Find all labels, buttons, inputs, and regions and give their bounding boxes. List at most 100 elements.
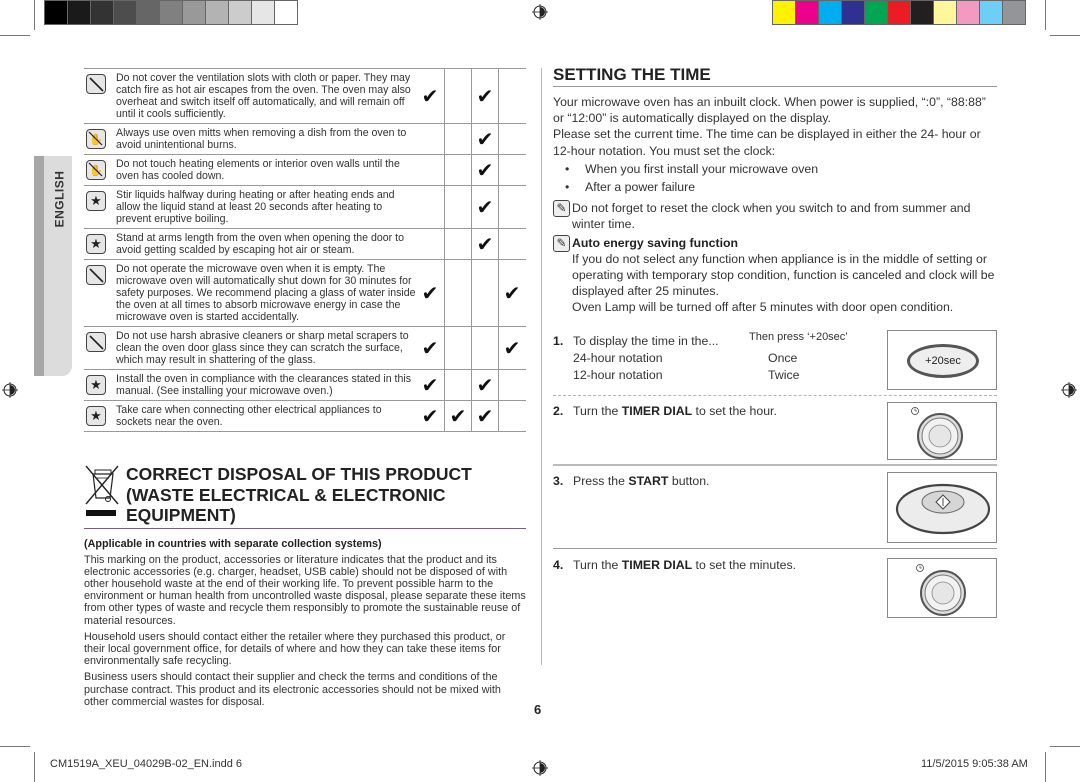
color-swatch	[229, 1, 251, 24]
notation-value: Twice	[768, 368, 800, 382]
safety-row: ★ Install the oven in compliance with the…	[84, 370, 526, 401]
timer-dial-icon[interactable]	[888, 559, 998, 619]
safety-row: Do not use harsh abrasive cleaners or sh…	[84, 327, 526, 370]
prohibited-icon	[86, 332, 106, 352]
language-tab-label: ENGLISH	[52, 170, 66, 228]
color-swatch	[183, 1, 205, 24]
step-text: Turn the TIMER DIAL to set the hour.	[573, 404, 777, 418]
note-pencil-icon: ✎	[553, 199, 570, 217]
step-1: 1. To display the time in the... Then pre…	[553, 330, 997, 392]
figure-timer-dial	[887, 558, 997, 618]
figure-20sec-button: +20sec	[887, 330, 997, 390]
start-button-icon[interactable]	[888, 473, 998, 544]
safety-row-text: Take care when connecting other electric…	[116, 404, 382, 428]
empty-check-cell	[471, 327, 498, 369]
color-swatch-bar	[772, 0, 1026, 25]
step-separator	[553, 395, 997, 396]
empty-check-cell	[416, 186, 444, 228]
step-2: 2. Turn the TIMER DIAL to set the hour.	[553, 400, 997, 462]
weee-title-line: (WASTE ELECTRICAL & ELECTRONIC	[126, 484, 446, 505]
plus-20sec-button[interactable]: +20sec	[907, 344, 979, 378]
bullet-text: When you first install your microwave ov…	[585, 161, 819, 176]
checkmark-icon: ✔	[421, 282, 439, 305]
color-swatch	[91, 1, 113, 24]
color-swatch	[160, 1, 182, 24]
note-text: Oven Lamp will be turned off after 5 min…	[572, 299, 954, 314]
empty-check-cell	[444, 327, 471, 369]
note-pencil-icon: ✎	[553, 234, 570, 252]
empty-check-cell	[444, 155, 471, 185]
star-icon: ★	[86, 406, 106, 426]
safety-row-text: Always use oven mitts when removing a di…	[116, 127, 407, 151]
crop-mark	[0, 746, 30, 747]
empty-check-cell	[444, 260, 471, 326]
safety-row-text: Do not use harsh abrasive cleaners or sh…	[116, 330, 409, 366]
timer-dial-icon[interactable]	[888, 403, 998, 461]
weee-paragraph: This marking on the product, accessories…	[84, 553, 526, 627]
color-swatch	[888, 1, 910, 24]
safety-row: ✋ Do not touch heating elements or interi…	[84, 155, 526, 186]
empty-check-cell	[471, 260, 498, 326]
prohibited-icon	[86, 265, 106, 285]
color-swatch	[252, 1, 274, 24]
empty-check-cell	[416, 124, 444, 154]
color-swatch	[865, 1, 887, 24]
color-swatch	[934, 1, 956, 24]
color-swatch	[45, 1, 67, 24]
checkmark-icon: ✔	[421, 85, 439, 108]
registration-mark-icon	[1061, 382, 1077, 398]
safety-row: ✋ Always use oven mitts when removing a d…	[84, 124, 526, 155]
safety-row: ★ Take care when connecting other electri…	[84, 401, 526, 432]
color-swatch	[911, 1, 933, 24]
color-swatch	[114, 1, 136, 24]
checkmark-icon: ✔	[444, 401, 471, 431]
safety-row-icon-cell: ★	[84, 370, 114, 400]
step-then-label: Then press ‘+20sec’	[749, 331, 848, 343]
empty-check-cell	[498, 370, 525, 400]
page-number: 6	[534, 702, 542, 717]
color-swatch	[819, 1, 841, 24]
color-swatch	[842, 1, 864, 24]
figure-start-button	[887, 472, 997, 543]
checkmark-icon: ✔	[471, 69, 498, 123]
step-number: 1.	[553, 334, 564, 348]
empty-check-cell	[498, 186, 525, 228]
safety-row-icon-cell: ★	[84, 186, 114, 228]
empty-check-cell	[498, 155, 525, 185]
step-4: 4. Turn the TIMER DIAL to set the minutes…	[553, 554, 997, 620]
empty-check-cell	[444, 370, 471, 400]
step-text: Press the START button.	[573, 474, 710, 488]
color-swatch	[68, 1, 90, 24]
safety-row-icon-cell	[84, 69, 114, 123]
safety-row-icon-cell: ★	[84, 229, 114, 259]
empty-check-cell	[498, 401, 525, 431]
weee-title-line: EQUIPMENT)	[126, 505, 236, 525]
color-swatch	[796, 1, 818, 24]
prohibited-icon	[86, 74, 106, 94]
figure-timer-dial	[887, 402, 997, 460]
color-swatch	[773, 1, 795, 24]
star-icon: ★	[86, 375, 106, 395]
empty-check-cell	[444, 69, 471, 123]
empty-check-cell	[498, 69, 525, 123]
star-icon: ★	[86, 191, 106, 211]
bullet-text: After a power failure	[585, 180, 696, 195]
note-auto-energy: ✎ Auto energy saving function If you do …	[553, 234, 997, 315]
weee-title-line: CORRECT DISPOSAL OF THIS PRODUCT	[126, 464, 472, 484]
checkmark-icon: ✔	[471, 401, 498, 431]
no-touch-icon: ✋	[86, 129, 106, 149]
safety-row-text: Stand at arms length from the oven when …	[116, 232, 404, 256]
step-text: Turn the TIMER DIAL to set the minutes.	[573, 558, 797, 572]
empty-check-cell	[444, 124, 471, 154]
footer-datetime: 11/5/2015 9:05:38 AM	[921, 758, 1028, 770]
color-swatch	[206, 1, 228, 24]
crop-mark	[34, 752, 35, 782]
gray-swatch-bar	[44, 0, 298, 25]
step-separator	[553, 464, 997, 466]
safety-row-icon-cell: ✋	[84, 155, 114, 185]
color-swatch	[980, 1, 1002, 24]
checkmark-icon: ✔	[471, 186, 498, 228]
safety-row-icon-cell	[84, 327, 114, 369]
checkmark-icon: ✔	[471, 229, 498, 259]
empty-check-cell	[498, 229, 525, 259]
